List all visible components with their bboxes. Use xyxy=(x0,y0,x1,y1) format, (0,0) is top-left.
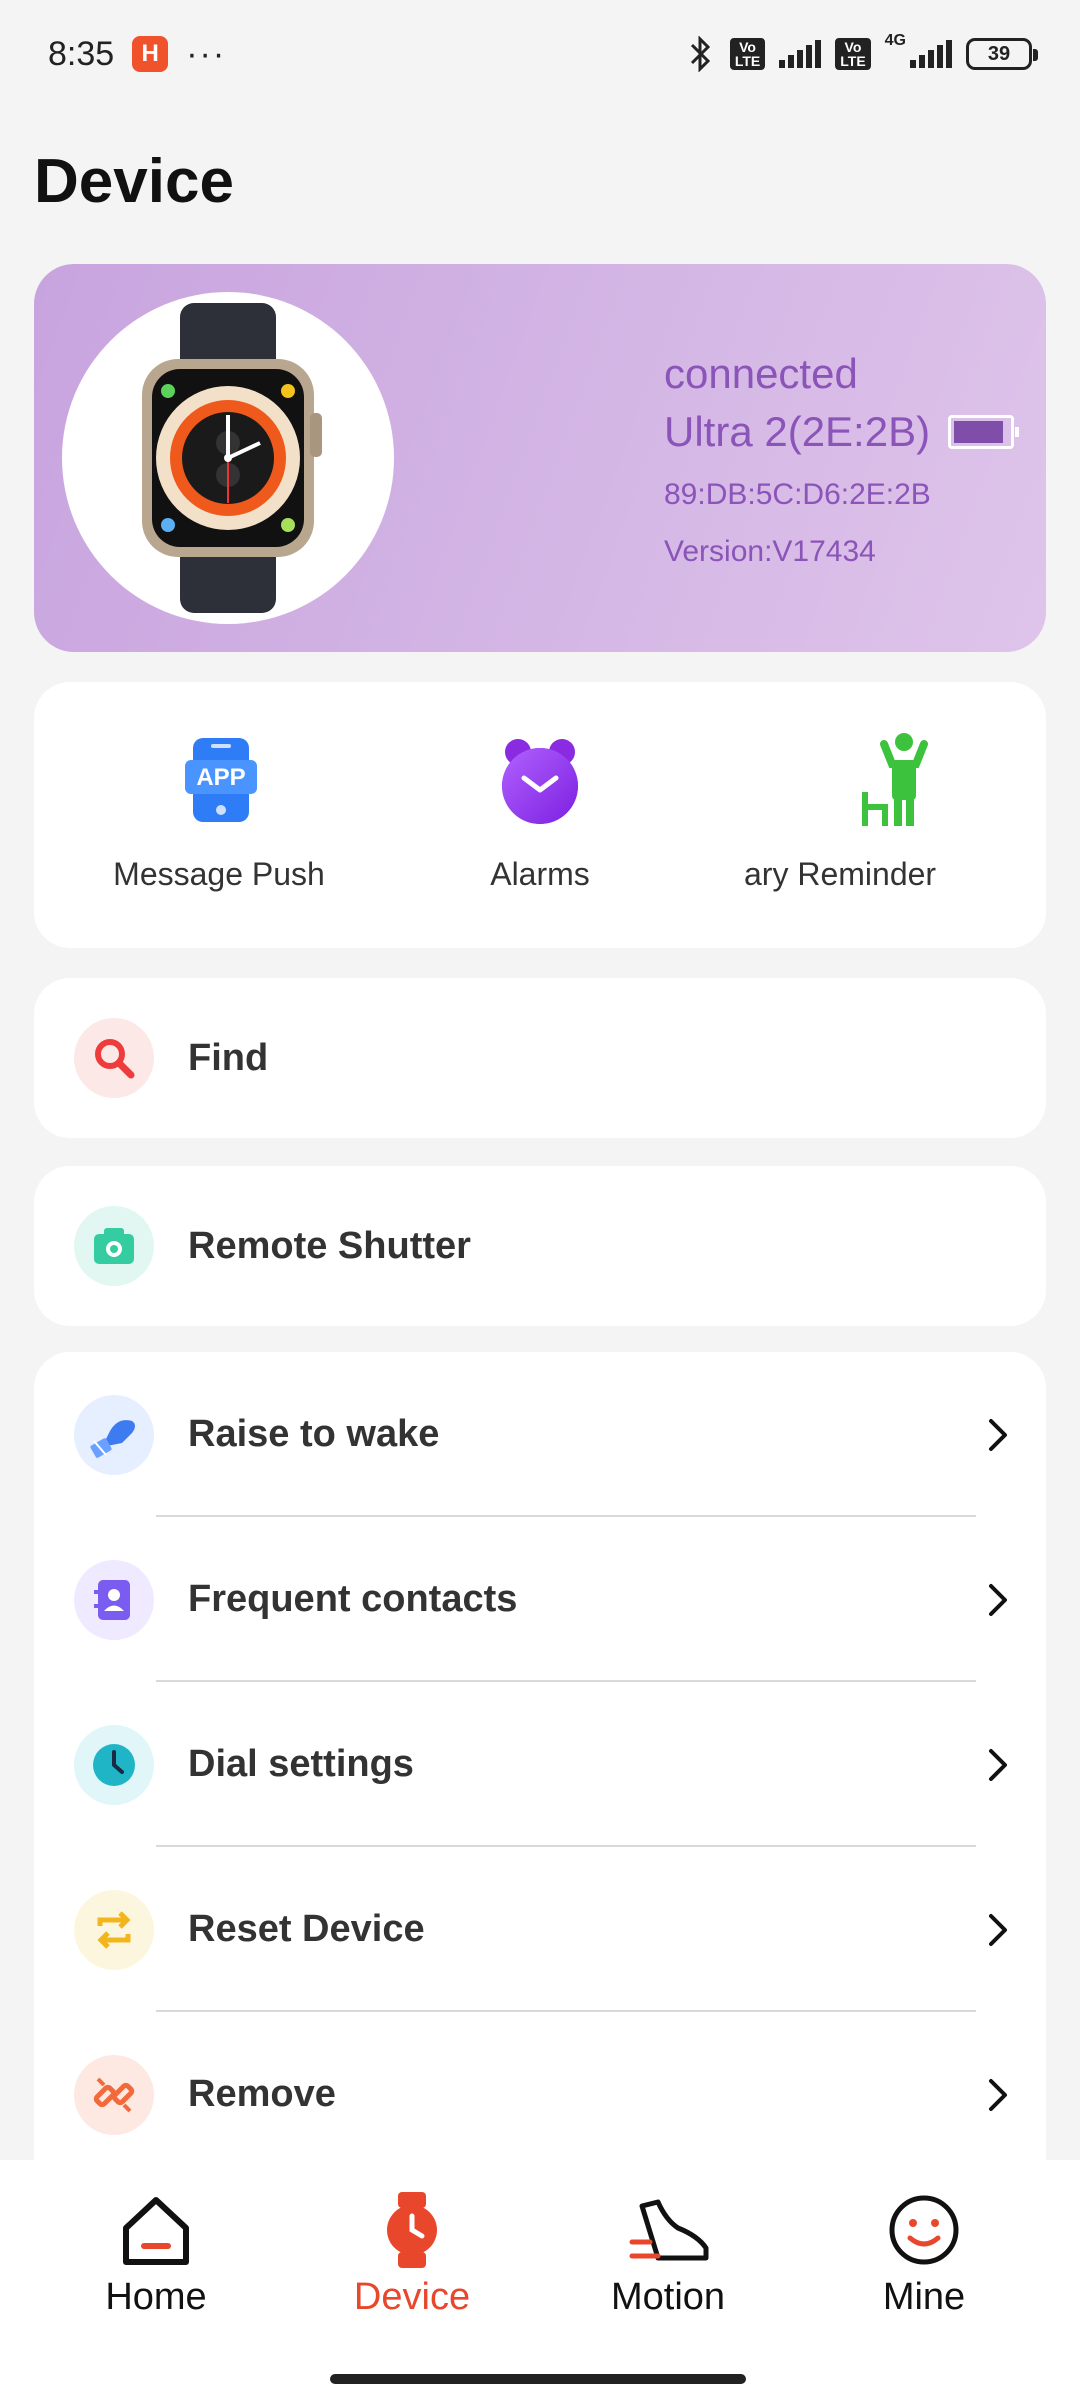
status-bar: 8:35 H ··· Vo LTE Vo LTE 4G 39 xyxy=(0,0,1080,108)
home-icon xyxy=(116,2190,196,2270)
find-button[interactable]: Find xyxy=(34,978,1046,1138)
alarms-button[interactable]: Alarms xyxy=(380,730,700,893)
sedentary-reminder-label: ary Reminder xyxy=(744,856,937,892)
nav-mine[interactable]: Mine xyxy=(824,2190,1024,2319)
find-label: Find xyxy=(188,1036,269,1079)
bottom-navigation: Home Device Motion Mine xyxy=(0,2160,1080,2400)
shoe-icon xyxy=(628,2190,709,2270)
dial-settings-row[interactable]: Dial settings xyxy=(34,1682,1046,1847)
chevron-right-icon xyxy=(989,2078,1007,2111)
frequent-contacts-row[interactable]: Frequent contacts xyxy=(34,1517,1046,1682)
reset-device-label: Reset Device xyxy=(188,1908,425,1950)
reset-icon xyxy=(74,1889,154,1970)
volte-icon: Vo LTE xyxy=(729,38,766,70)
clock-icon xyxy=(74,1724,154,1805)
firmware-version: Version:V17434 xyxy=(664,535,876,568)
status-time: 8:35 xyxy=(48,34,115,73)
frequent-contacts-label: Frequent contacts xyxy=(188,1578,518,1620)
watch-image xyxy=(62,292,394,624)
alarm-clock-icon xyxy=(490,730,590,830)
sedentary-reminder-button[interactable]: ary Reminder xyxy=(700,730,1046,893)
app-notification-icon: APP xyxy=(169,730,269,830)
nav-home-label: Home xyxy=(105,2276,207,2318)
dial-settings-label: Dial settings xyxy=(188,1743,414,1785)
device-card[interactable]: connected Ultra 2(2E:2B) 89:DB:5C:D6:2E:… xyxy=(34,264,1046,652)
volte-icon-2: Vo LTE xyxy=(835,38,871,70)
chevron-right-icon xyxy=(989,1418,1007,1451)
app-badge-text: APP xyxy=(196,764,245,791)
message-push-button[interactable]: APP Message Push xyxy=(59,730,379,893)
raise-wrist-icon xyxy=(74,1394,154,1475)
remote-shutter-label: Remote Shutter xyxy=(188,1224,471,1267)
sedentary-reminder-icon xyxy=(848,730,948,830)
remove-label: Remove xyxy=(188,2073,336,2115)
quick-actions-card: APP Message Push Alarms ary Reminder xyxy=(34,682,1046,948)
unlink-icon xyxy=(74,2054,154,2135)
battery-indicator: 39 xyxy=(966,38,1038,70)
search-icon xyxy=(74,1018,154,1098)
nav-device-label: Device xyxy=(353,2276,471,2318)
settings-list: Raise to wake Frequent contacts Dial set… xyxy=(34,1352,1046,2272)
chevron-right-icon xyxy=(989,1913,1007,1946)
signal-strength-icon xyxy=(779,40,822,68)
remote-shutter-button[interactable]: Remote Shutter xyxy=(34,1166,1046,1326)
device-mac-address: 89:DB:5C:D6:2E:2B xyxy=(664,478,931,511)
device-name: Ultra 2(2E:2B) xyxy=(664,408,931,455)
page-title: Device xyxy=(34,147,234,216)
remove-device-row[interactable]: Remove xyxy=(34,2012,1046,2177)
device-battery-icon xyxy=(948,415,1020,449)
raise-to-wake-label: Raise to wake xyxy=(188,1413,440,1455)
app-notification-icon: H xyxy=(132,36,169,72)
watch-icon xyxy=(372,2190,452,2270)
signal-strength-icon-2 xyxy=(910,40,952,68)
raise-to-wake-row[interactable]: Raise to wake xyxy=(34,1352,1046,1517)
home-indicator xyxy=(330,2374,746,2384)
smiley-icon xyxy=(884,2190,964,2270)
nav-home[interactable]: Home xyxy=(56,2190,256,2319)
chevron-right-icon xyxy=(989,1583,1007,1616)
smartwatch-image xyxy=(142,303,322,613)
alarms-label: Alarms xyxy=(490,856,590,892)
camera-icon xyxy=(74,1206,154,1286)
bluetooth-icon xyxy=(690,36,710,72)
network-type: 4G xyxy=(884,32,906,49)
chevron-right-icon xyxy=(989,1748,1007,1781)
nav-mine-label: Mine xyxy=(882,2276,966,2318)
reset-device-row[interactable]: Reset Device xyxy=(34,1847,1046,2012)
message-push-label: Message Push xyxy=(113,856,325,892)
nav-device[interactable]: Device xyxy=(312,2190,512,2319)
more-notifications-icon: ··· xyxy=(186,34,227,73)
connection-status: connected xyxy=(664,350,858,397)
nav-motion-label: Motion xyxy=(610,2276,726,2318)
nav-motion[interactable]: Motion xyxy=(568,2190,768,2319)
contacts-icon xyxy=(74,1559,154,1640)
